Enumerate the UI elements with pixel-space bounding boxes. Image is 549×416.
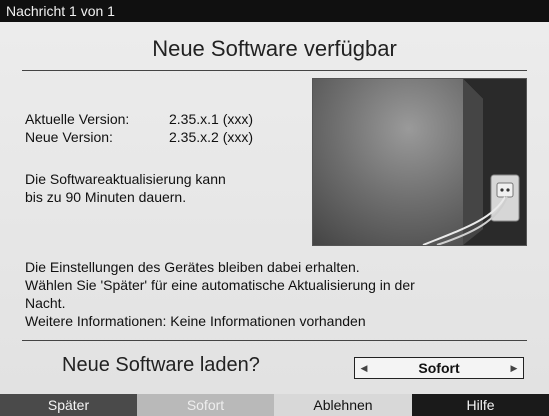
new-version-value: 2.35.x.2 (xxx): [169, 129, 254, 145]
arrow-right-icon[interactable]: ▶: [507, 358, 521, 378]
duration-line-1: Die Softwareaktualisierung kann: [25, 171, 226, 187]
heading-divider: [22, 70, 527, 71]
help-button[interactable]: Hilfe: [412, 394, 549, 416]
info-line-2: Wählen Sie 'Später' für eine automatisch…: [25, 277, 415, 293]
footer-button-bar: Später Sofort Ablehnen Hilfe: [0, 394, 549, 416]
prompt-divider: [22, 340, 527, 341]
info-line-3: Nacht.: [25, 295, 66, 311]
current-version-label: Aktuelle Version:: [25, 111, 130, 127]
update-time-selector[interactable]: ◀ Sofort ▶: [354, 357, 524, 379]
info-line-4: Weitere Informationen: Keine Information…: [25, 313, 366, 329]
wall-outlet-illustration: [422, 79, 526, 245]
dialog-heading: Neue Software verfügbar: [152, 36, 397, 61]
duration-line-2: bis zu 90 Minuten dauern.: [25, 189, 187, 205]
new-version-label: Neue Version:: [25, 129, 113, 145]
info-line-1: Die Einstellungen des Gerätes bleiben da…: [25, 259, 360, 275]
current-version-value: 2.35.x.1 (xxx): [169, 111, 254, 127]
selector-value: Sofort: [418, 360, 460, 376]
title-bar: Nachricht 1 von 1: [0, 0, 549, 22]
message-counter: Nachricht 1 von 1: [6, 3, 115, 19]
software-update-dialog: Neue Software verfügbar Aktuelle Version…: [0, 22, 549, 394]
later-button[interactable]: Später: [0, 394, 137, 416]
now-button[interactable]: Sofort: [137, 394, 274, 416]
illustration-image: [312, 78, 527, 246]
load-software-prompt: Neue Software laden?: [62, 354, 260, 376]
decline-button[interactable]: Ablehnen: [274, 394, 412, 416]
arrow-left-icon[interactable]: ◀: [357, 358, 371, 378]
